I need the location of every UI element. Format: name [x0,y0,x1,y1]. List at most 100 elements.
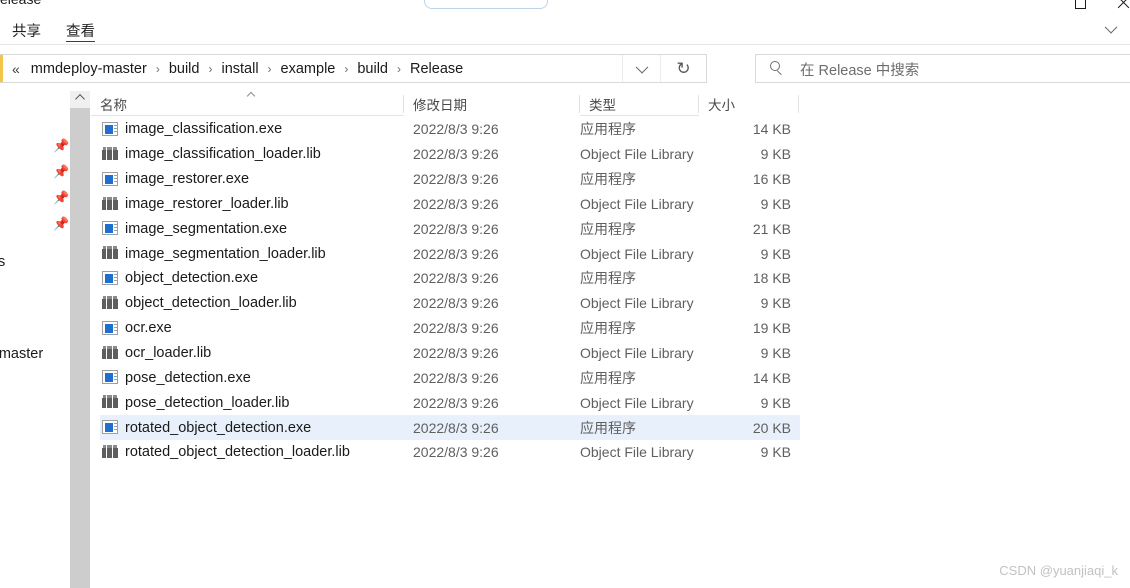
cell-date: 2022/8/3 9:26 [413,241,499,266]
nav-item-fragment-0[interactable]: s [0,254,5,270]
cell-name[interactable]: image_classification.exe [100,117,282,142]
cell-date: 2022/8/3 9:26 [413,142,499,167]
table-row[interactable]: pose_detection_loader.lib2022/8/3 9:26Ob… [91,390,1130,415]
file-name: object_detection_loader.lib [125,295,297,311]
table-row[interactable]: object_detection.exe2022/8/3 9:26应用程序18 … [91,266,1130,291]
table-row[interactable]: image_segmentation_loader.lib 2022/8/3 9:… [91,241,1130,266]
cell-name[interactable]: rotated_object_detection_loader.lib [100,440,350,465]
breadcrumb-item-4[interactable]: build [354,60,391,78]
cell-name[interactable]: image_segmentation.exe [100,216,287,241]
cell-name[interactable]: ocr.exe [100,316,172,341]
refresh-button[interactable]: ↻ [660,55,706,82]
breadcrumb-item-2[interactable]: install [218,60,261,78]
cell-date: 2022/8/3 9:26 [413,291,499,316]
breadcrumb-separator-icon[interactable]: › [344,62,348,76]
breadcrumb-overflow-icon[interactable]: « [12,61,20,77]
table-row[interactable]: image_classification.exe2022/8/3 9:26应用程… [91,117,1130,142]
cell-size: 9 KB [699,341,791,366]
cell-name[interactable]: pose_detection_loader.lib [100,390,289,415]
scroll-up-button[interactable] [70,91,90,108]
nav-item-fragment-1[interactable]: -master [0,346,43,362]
breadcrumb-item-3[interactable]: example [278,60,339,78]
breadcrumb-separator-icon[interactable]: › [208,62,212,76]
cell-size: 9 KB [699,390,791,415]
table-row[interactable]: object_detection_loader.lib 2022/8/3 9:26… [91,291,1130,316]
file-name: image_classification_loader.lib [125,146,321,162]
table-row[interactable]: pose_detection.exe 2022/8/3 9:26 应用程序 14 KB [91,365,1130,390]
exe-icon [102,122,118,137]
tab-share[interactable]: 共享 [6,17,47,44]
cell-size: 14 KB [699,117,791,142]
breadcrumb-item-5[interactable]: Release [407,60,466,78]
column-header-date[interactable]: 修改日期 [404,91,580,117]
cell-date: 2022/8/3 9:26 [413,365,499,390]
tab-view[interactable]: 查看 [60,17,101,44]
search-box[interactable]: 在 Release 中搜索 [755,54,1130,83]
close-button[interactable] [1110,0,1130,12]
cell-name[interactable]: rotated_object_detection.exe [100,415,311,440]
column-header-size-label: 大小 [708,94,735,114]
cell-date: 2022/8/3 9:26 [413,390,499,415]
search-placeholder: 在 Release 中搜索 [800,59,919,80]
table-row[interactable]: ocr.exe2022/8/3 9:26应用程序19 KB [91,316,1130,341]
cell-type: 应用程序 [580,365,636,390]
breadcrumb-item-1[interactable]: build [166,60,203,78]
column-header-name-label: 名称 [100,94,127,114]
maximize-icon [1075,0,1086,9]
cell-date: 2022/8/3 9:26 [413,216,499,241]
chevron-down-icon [635,60,648,73]
cell-type: Object File Library [580,192,694,217]
address-bar[interactable]: « mmdeploy-master › build › install › ex… [0,54,707,83]
column-header-size[interactable]: 大小 [699,91,799,117]
cell-type: 应用程序 [580,266,636,291]
cell-name[interactable]: object_detection_loader.lib [100,291,297,316]
table-row[interactable]: rotated_object_detection.exe2022/8/3 9:2… [91,415,1130,440]
cell-name[interactable]: image_restorer_loader.lib [100,192,289,217]
cell-size: 9 KB [699,291,791,316]
cell-type: 应用程序 [580,316,636,341]
exe-icon [102,420,118,435]
lib-icon [102,147,118,162]
navigation-scrollbar[interactable] [70,91,90,588]
breadcrumb-separator-icon[interactable]: › [156,62,160,76]
column-header-type-label: 类型 [589,94,616,114]
cell-name[interactable]: image_segmentation_loader.lib [100,241,326,266]
address-dropdown-button[interactable] [622,55,660,82]
column-header-type[interactable]: 类型 [580,91,699,117]
cell-date: 2022/8/3 9:26 [413,440,499,465]
file-name: image_restorer.exe [125,171,249,187]
lib-icon [102,296,118,311]
maximize-button[interactable] [1063,0,1109,12]
ribbon-expand-button[interactable] [1096,18,1126,40]
ribbon-bar: 共享 查看 [0,12,1130,45]
pin-icon: 📌 [53,217,67,231]
cell-type: 应用程序 [580,415,636,440]
breadcrumb-separator-icon[interactable]: › [268,62,272,76]
table-row[interactable]: rotated_object_detection_loader.lib 2022/… [91,440,1130,465]
cell-name[interactable]: pose_detection.exe [100,365,251,390]
cell-name[interactable]: image_restorer.exe [100,167,249,192]
file-name: object_detection.exe [125,270,258,286]
table-row[interactable]: image_restorer_loader.lib 2022/8/3 9:26 Ob… [91,192,1130,217]
breadcrumb-separator-icon[interactable]: › [397,62,401,76]
tab-share-label: 共享 [12,24,41,40]
table-row[interactable]: ocr_loader.lib2022/8/3 9:26Object File L… [91,341,1130,366]
table-row[interactable]: image_segmentation.exe2022/8/3 9:26应用程序2… [91,216,1130,241]
cell-name[interactable]: image_classification_loader.lib [100,142,321,167]
refresh-icon: ↻ [676,59,690,79]
cell-date: 2022/8/3 9:26 [413,192,499,217]
file-list-pane: 名称 修改日期 类型 大小 image_classification.exe20… [91,91,1130,588]
pin-icon: 📌 [53,191,67,205]
cell-name[interactable]: object_detection.exe [100,266,258,291]
exe-icon [102,370,118,385]
exe-icon [102,172,118,187]
table-row[interactable]: image_restorer.exe2022/8/3 9:26应用程序16 KB [91,167,1130,192]
breadcrumb-item-0[interactable]: mmdeploy-master [28,60,150,78]
browser-tab[interactable] [424,0,548,9]
scrollbar-thumb[interactable] [70,108,90,588]
cell-size: 14 KB [699,365,791,390]
cell-size: 19 KB [699,316,791,341]
cell-name[interactable]: ocr_loader.lib [100,341,211,366]
table-row[interactable]: image_classification_loader.lib 2022/8/3 … [91,142,1130,167]
column-header-name[interactable]: 名称 [91,91,404,117]
